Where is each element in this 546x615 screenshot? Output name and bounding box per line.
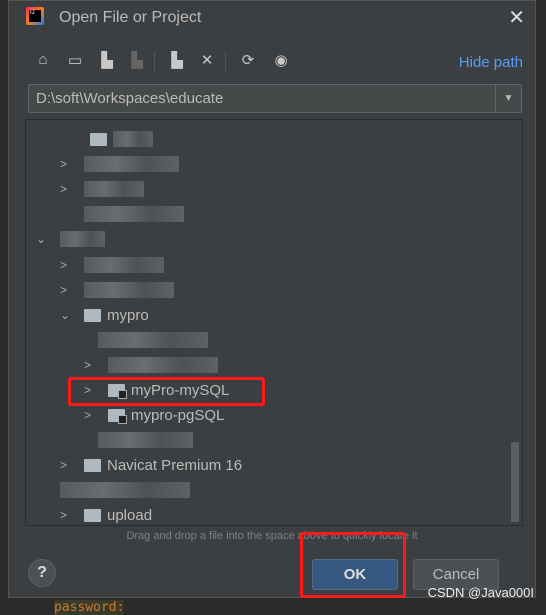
close-icon[interactable]: ✕ <box>508 5 525 30</box>
chevron-right-icon[interactable]: > <box>60 283 74 297</box>
module-folder-icon <box>108 408 127 424</box>
file-tree[interactable]: > > ⌄ > > ⌄ mypro > > myPro-mySQL > mypro-p… <box>25 119 523 526</box>
tree-scrollbar[interactable] <box>511 442 519 522</box>
chevron-down-icon[interactable]: ⌄ <box>60 308 74 322</box>
tree-label: mypro <box>107 306 149 324</box>
chevron-right-icon[interactable]: > <box>84 408 98 422</box>
help-button[interactable]: ? <box>28 559 56 587</box>
tree-label: upload <box>107 506 153 524</box>
project-folder-icon[interactable]: ▙ <box>97 51 117 69</box>
chevron-right-icon[interactable]: > <box>60 258 74 272</box>
tree-row[interactable]: > <box>60 278 174 302</box>
show-hidden-icon[interactable]: ◉ <box>271 51 291 69</box>
new-folder-icon[interactable]: ▙ <box>167 51 187 69</box>
tree-row[interactable] <box>66 127 153 151</box>
toolbar-divider <box>225 51 226 73</box>
tree-row[interactable]: > <box>60 177 144 201</box>
chevron-down-icon[interactable]: ▼ <box>495 85 521 112</box>
chevron-right-icon[interactable]: > <box>60 508 74 522</box>
path-combobox[interactable]: D:\soft\Workspaces\educate ▼ <box>28 84 522 113</box>
open-file-dialog: IJ Open File or Project ✕ ⌂ ▭ ▙ ▙ ▙ ✕ ⟳ … <box>8 0 536 598</box>
folder-icon <box>84 308 101 322</box>
tree-row[interactable] <box>84 202 184 226</box>
tree-row[interactable]: > <box>84 353 218 377</box>
tree-row[interactable]: ⌄ <box>36 227 105 251</box>
highlight-box <box>300 532 406 598</box>
folder-icon <box>90 132 107 146</box>
home-icon[interactable]: ⌂ <box>33 51 53 68</box>
module-folder-icon[interactable]: ▙ <box>127 51 147 69</box>
tree-label: mypro-pgSQL <box>131 406 225 424</box>
tree-row-upload[interactable]: > upload <box>60 503 153 525</box>
background-editor-code: password: <box>54 600 125 615</box>
tree-row-navicat[interactable]: > Navicat Premium 16 <box>60 453 242 477</box>
tree-row-mypro[interactable]: ⌄ mypro <box>60 303 149 327</box>
folder-icon <box>84 458 101 472</box>
tree-row-mypro-pgsql[interactable]: > mypro-pgSQL <box>84 403 224 427</box>
chevron-right-icon[interactable]: > <box>60 157 74 171</box>
tree-row[interactable]: > <box>60 253 164 277</box>
toolbar-divider <box>154 51 155 73</box>
refresh-icon[interactable]: ⟳ <box>238 51 258 69</box>
highlight-box <box>68 377 265 406</box>
watermark: CSDN @Java000I <box>427 585 534 600</box>
drag-drop-hint: Drag and drop a file into the space abov… <box>126 530 418 542</box>
desktop-icon[interactable]: ▭ <box>65 51 85 69</box>
intellij-logo-icon: IJ <box>26 7 44 25</box>
chevron-right-icon[interactable]: > <box>60 458 74 472</box>
chevron-right-icon[interactable]: > <box>60 182 74 196</box>
dialog-title: Open File or Project <box>59 9 202 26</box>
hide-path-link[interactable]: Hide path <box>459 54 523 71</box>
chevron-down-icon[interactable]: ⌄ <box>36 232 50 246</box>
tree-row[interactable]: > <box>60 152 179 176</box>
chevron-right-icon[interactable]: > <box>84 358 98 372</box>
path-input[interactable]: D:\soft\Workspaces\educate <box>36 90 223 107</box>
tree-row[interactable] <box>60 478 190 502</box>
tree-label: Navicat Premium 16 <box>107 456 243 474</box>
tree-row[interactable] <box>98 428 193 452</box>
folder-icon <box>84 508 101 522</box>
delete-icon[interactable]: ✕ <box>197 51 217 69</box>
tree-row[interactable] <box>98 328 208 352</box>
